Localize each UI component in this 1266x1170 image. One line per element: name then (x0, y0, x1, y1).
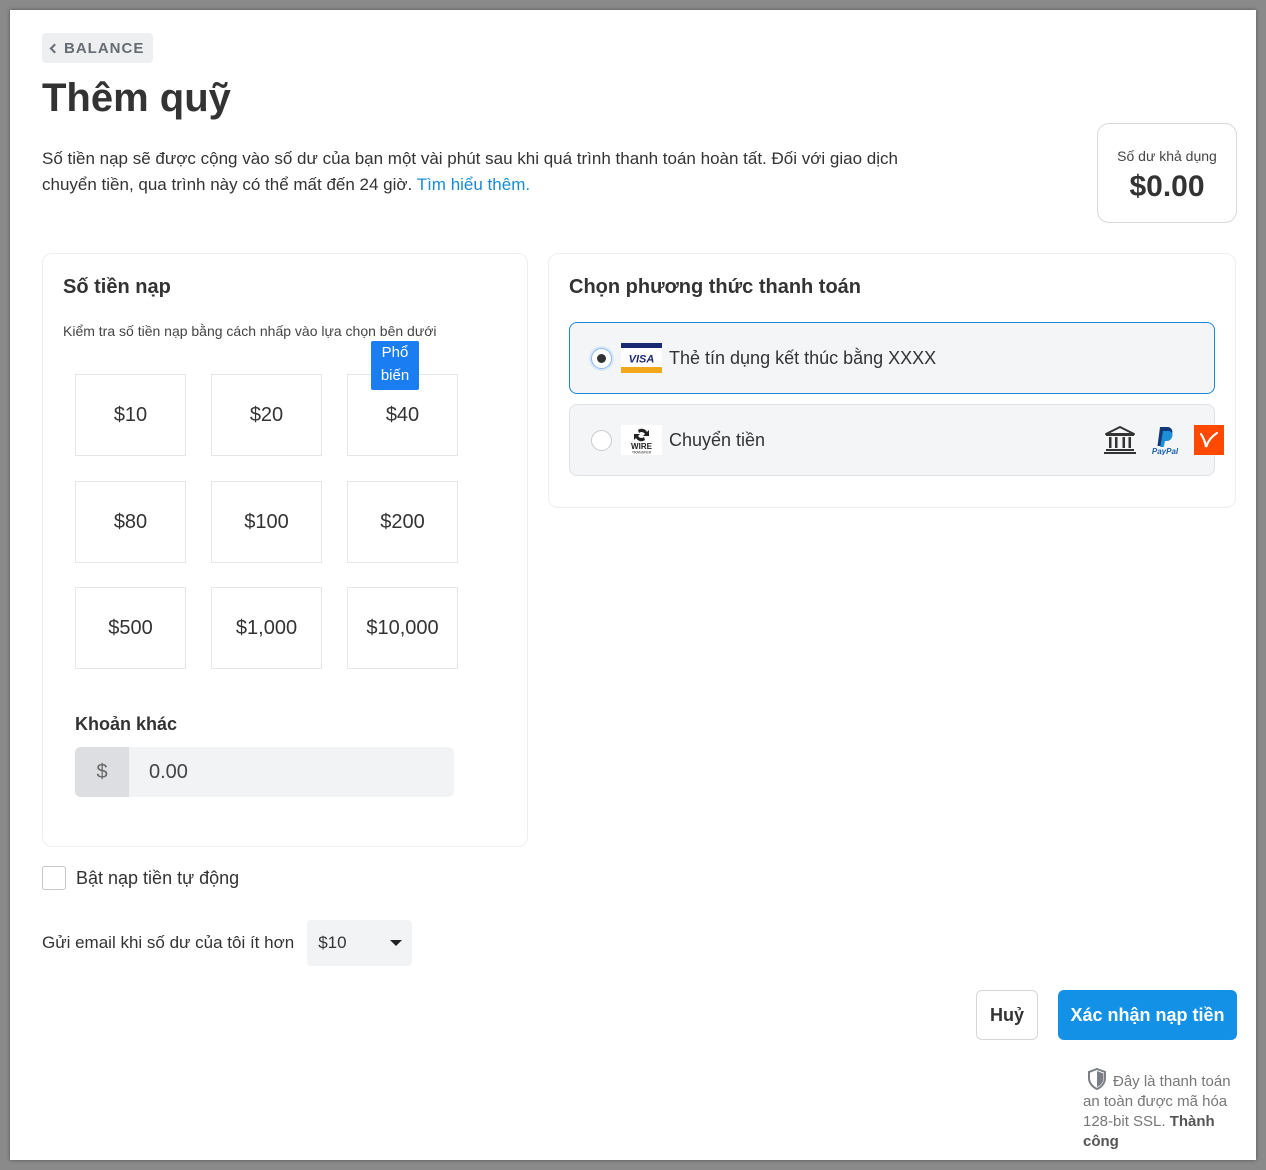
payment-method-title: Chọn phương thức thanh toán (569, 276, 862, 298)
email-alert-label: Gửi email khi số dư của tôi ít hơn (42, 933, 295, 952)
amount-option[interactable]: $500 (75, 587, 186, 669)
shield-icon (1088, 1068, 1106, 1090)
other-amount-input[interactable] (129, 747, 454, 797)
other-amount-field: $ (75, 747, 454, 797)
visa-card-icon: VISA (621, 343, 662, 373)
amount-option[interactable]: $1,000 (211, 587, 322, 669)
auto-topup-checkbox[interactable] (42, 866, 66, 890)
payment-method-wire-transfer[interactable]: WIRE TRANSFER Chuyển tiền PayPal (569, 404, 1224, 476)
paypal-text: PayPal (1152, 447, 1179, 455)
radio-credit-card[interactable] (591, 347, 612, 369)
auto-topup-row[interactable]: Bật nạp tiền tự động (42, 866, 239, 890)
caret-down-icon (390, 940, 403, 946)
payment-method-card: Chọn phương thức thanh toán VISA Thẻ tín… (548, 253, 1236, 508)
learn-more-link[interactable]: Tìm hiểu thêm. (417, 175, 530, 194)
transfer-options: PayPal (1104, 425, 1224, 455)
secure-payment-note: Đây là thanh toán an toàn được mã hóa 12… (1083, 1068, 1243, 1152)
paypal-icon: PayPal (1152, 427, 1179, 455)
back-label: BALANCE (64, 39, 145, 57)
amount-hint: Kiểm tra số tiền nạp bằng cách nhấp vào … (63, 323, 437, 339)
balance-value: $0.00 (1129, 170, 1205, 203)
amount-option[interactable]: $10,000 (347, 587, 458, 669)
amount-option[interactable]: $20 (211, 374, 322, 456)
payment-method-credit-card[interactable]: VISA Thẻ tín dụng kết thúc bằng XXXX (569, 322, 1215, 394)
amount-card-title: Số tiền nạp (63, 276, 171, 298)
payoneer-icon (1194, 425, 1224, 455)
radio-wire-transfer[interactable] (591, 429, 612, 451)
intro-text: Số tiền nạp sẽ được cộng vào số dư của b… (42, 149, 898, 194)
wire-transfer-label: Chuyển tiền (669, 429, 766, 450)
threshold-value: $10 (318, 933, 347, 952)
currency-prefix: $ (75, 747, 129, 797)
auto-topup-label: Bật nạp tiền tự động (76, 867, 240, 888)
bank-icon (1104, 426, 1136, 454)
add-funds-window: BALANCE Thêm quỹ Số tiền nạp sẽ được cộn… (10, 10, 1256, 1160)
credit-card-label: Thẻ tín dụng kết thúc bằng XXXX (669, 347, 937, 368)
chevron-left-icon (49, 43, 60, 53)
balance-label: Số dư khả dụng (1117, 148, 1217, 164)
other-amount-label: Khoản khác (75, 714, 178, 734)
confirm-topup-button[interactable]: Xác nhận nạp tiền (1058, 990, 1237, 1040)
visa-text: VISA (629, 354, 655, 366)
wire-subtext: TRANSFER (632, 451, 652, 455)
amount-option[interactable]: $100 (211, 481, 322, 563)
back-to-balance-button[interactable]: BALANCE (42, 33, 154, 63)
amount-option[interactable]: $80 (75, 481, 186, 563)
email-alert-row: Gửi email khi số dư của tôi ít hơn $10 (42, 920, 413, 966)
amount-option[interactable]: $200 (347, 481, 458, 563)
available-balance: Số dư khả dụng $0.00 (1097, 123, 1237, 223)
threshold-select[interactable]: $10 (307, 920, 413, 966)
wire-transfer-icon: WIRE TRANSFER (621, 425, 662, 455)
page-title: Thêm quỹ (42, 76, 231, 120)
amount-card: Số tiền nạp Kiểm tra số tiền nạp bằng cá… (42, 253, 528, 847)
cancel-button[interactable]: Huỷ (976, 990, 1038, 1040)
popular-badge: Phổ biến (371, 341, 419, 390)
amount-option[interactable]: $10 (75, 374, 186, 456)
